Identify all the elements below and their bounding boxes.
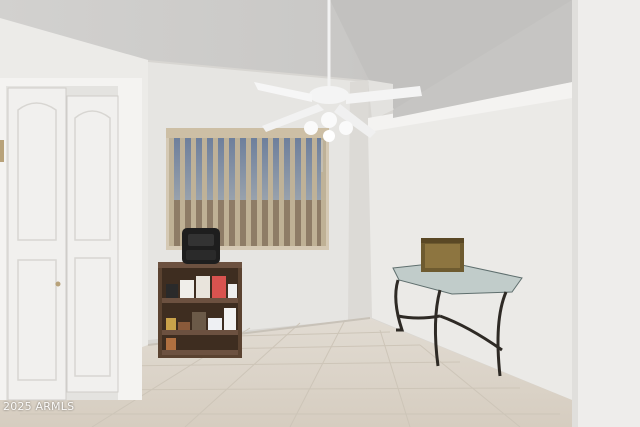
door-knob <box>55 281 61 287</box>
bifold-closet-door <box>0 78 142 401</box>
room-photo: 2025 ARMLS <box>0 0 640 427</box>
right-wall <box>572 0 640 427</box>
room-illustration <box>0 0 640 427</box>
air-fryer <box>182 228 220 264</box>
small-bookshelf <box>158 262 242 358</box>
watermark: 2025 ARMLS <box>3 400 75 413</box>
decorative-box <box>421 238 464 272</box>
